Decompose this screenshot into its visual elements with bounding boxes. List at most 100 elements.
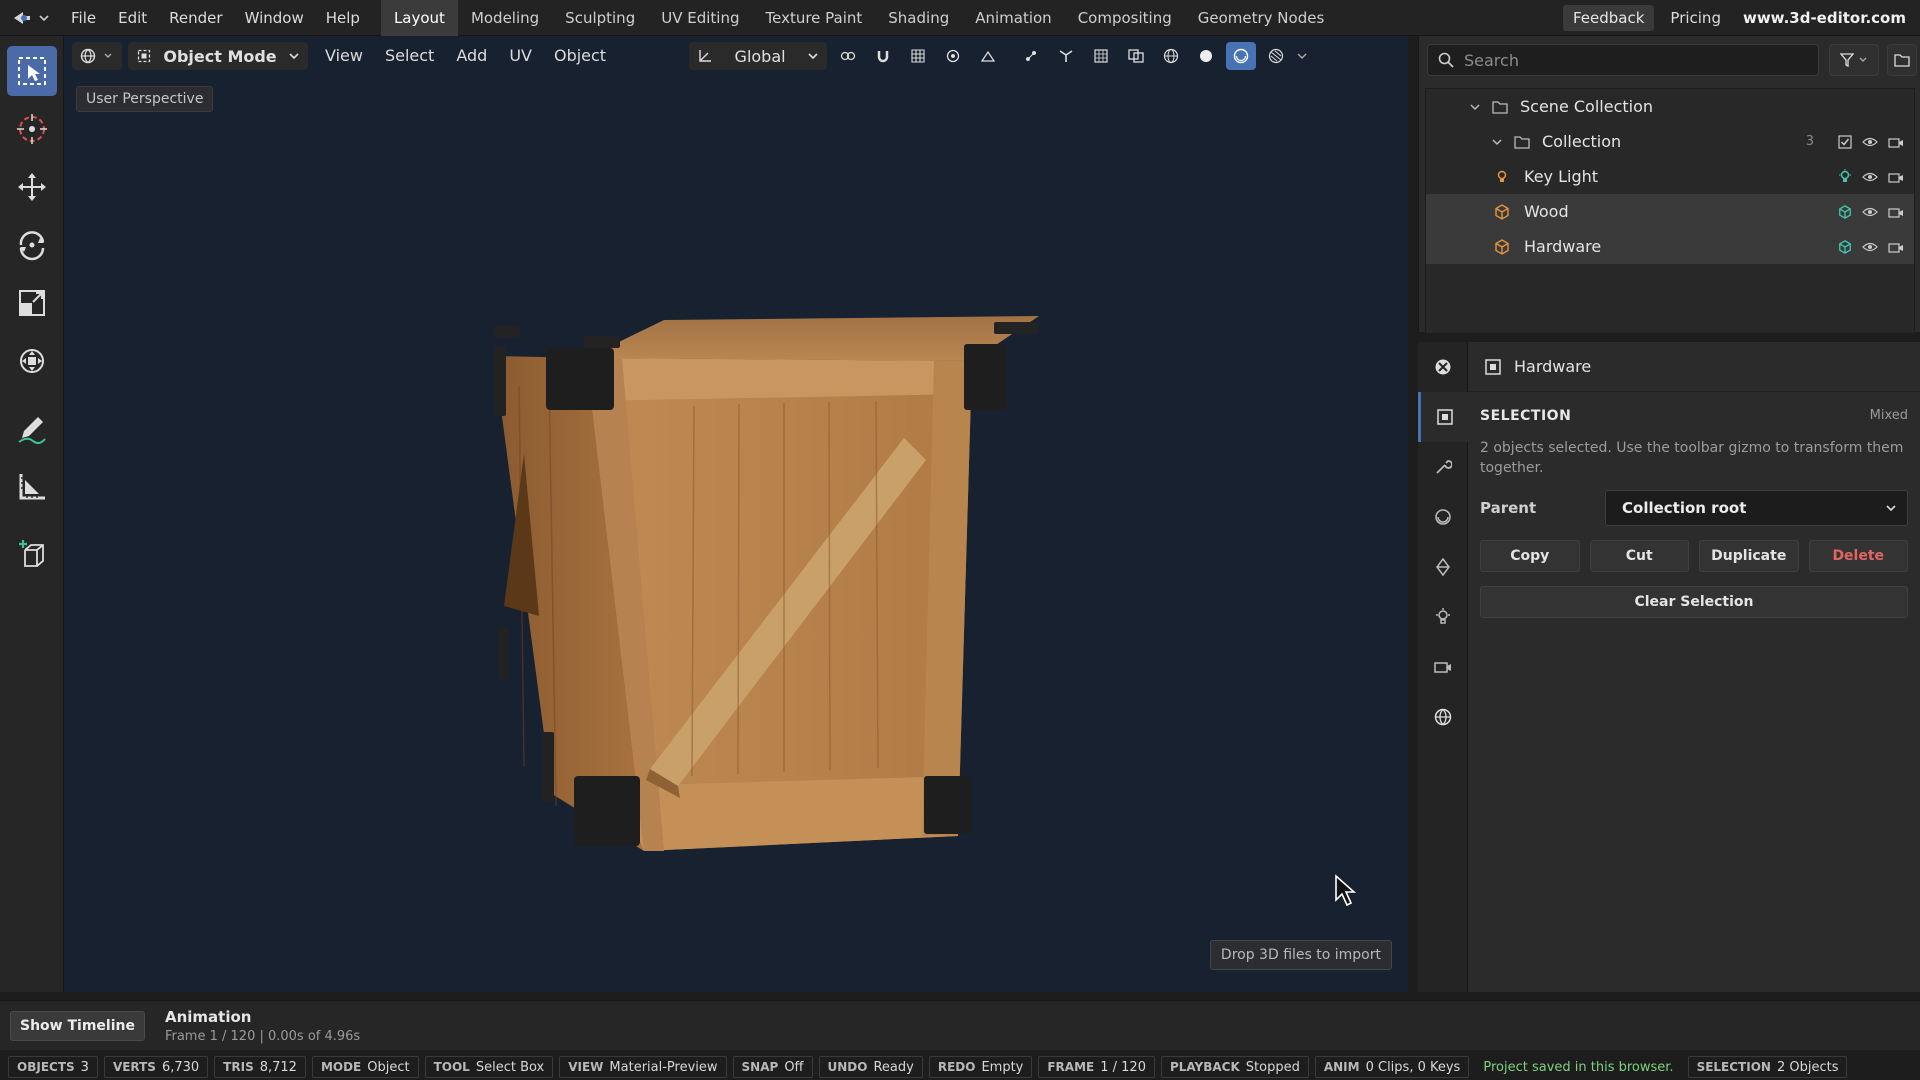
shading-rendered[interactable] <box>1261 42 1291 70</box>
pricing-link[interactable]: Pricing <box>1660 5 1731 31</box>
show-timeline-button[interactable]: Show Timeline <box>10 1010 145 1041</box>
section-header[interactable]: SELECTION Mixed <box>1480 402 1908 424</box>
clear-selection-button[interactable]: Clear Selection <box>1480 586 1908 618</box>
proportional-edit-toggle[interactable] <box>938 42 968 70</box>
tab-shading[interactable]: Shading <box>875 0 962 36</box>
scale-tool[interactable] <box>7 278 57 328</box>
object-icon <box>1485 358 1501 375</box>
chevron-down-icon[interactable] <box>1296 52 1308 60</box>
site-link[interactable]: www.3d-editor.com <box>1737 9 1906 27</box>
camera-icon[interactable] <box>1888 206 1904 218</box>
object-mode-icon <box>137 49 151 63</box>
cut-button[interactable]: Cut <box>1589 540 1689 572</box>
menu-help[interactable]: Help <box>315 0 371 36</box>
tab-texture-paint[interactable]: Texture Paint <box>752 0 875 36</box>
tab-geometry-nodes[interactable]: Geometry Nodes <box>1185 0 1338 36</box>
copy-button[interactable]: Copy <box>1480 540 1580 572</box>
tab-object-data[interactable] <box>1418 542 1468 592</box>
menu-render[interactable]: Render <box>158 0 233 36</box>
new-collection-button[interactable] <box>1887 44 1917 76</box>
duplicate-button[interactable]: Duplicate <box>1699 540 1799 572</box>
tree-row-hardware[interactable]: Hardware <box>1426 229 1914 264</box>
status-view: VIEW Material-Preview <box>559 1056 727 1078</box>
tree-row-wood[interactable]: Wood <box>1426 194 1914 229</box>
tree-row-key-light[interactable]: Key Light <box>1426 159 1914 194</box>
tab-modeling[interactable]: Modeling <box>458 0 552 36</box>
eye-icon[interactable] <box>1862 241 1878 253</box>
app-menu[interactable] <box>0 0 60 36</box>
status-key: SNAP <box>741 1060 779 1074</box>
menu-view[interactable]: View <box>314 36 374 76</box>
tab-tool[interactable] <box>1418 342 1468 392</box>
grid-toggle[interactable] <box>903 42 933 70</box>
menu-select[interactable]: Select <box>374 36 445 76</box>
tab-camera[interactable] <box>1418 642 1468 692</box>
tab-world[interactable] <box>1418 692 1468 742</box>
menu-file[interactable]: File <box>60 0 107 36</box>
annotate-tool[interactable] <box>7 404 57 454</box>
tab-light[interactable] <box>1418 592 1468 642</box>
add-cube-tool[interactable] <box>7 530 57 580</box>
menu-window[interactable]: Window <box>234 0 315 36</box>
eye-icon[interactable] <box>1862 171 1878 183</box>
tab-uv-editing[interactable]: UV Editing <box>648 0 752 36</box>
properties-panel: Hardware SELECTION Mixed 2 objects selec… <box>1418 342 1920 992</box>
parent-select[interactable]: Collection root <box>1605 490 1908 526</box>
menu-object[interactable]: Object <box>543 36 617 76</box>
camera-icon[interactable] <box>1888 136 1904 148</box>
tree-row-collection[interactable]: Collection 3 <box>1426 124 1914 159</box>
rotate-tool[interactable] <box>7 220 57 270</box>
wooden-crate-model[interactable] <box>494 306 1094 886</box>
status-frame: FRAME 1 / 120 <box>1038 1056 1155 1078</box>
transform-tool[interactable] <box>7 336 57 386</box>
tree-row-scene-collection[interactable]: Scene Collection <box>1426 89 1914 124</box>
tab-object[interactable] <box>1418 392 1468 442</box>
outliner-panel: Search Scene Collection Collection 3 Key <box>1418 36 1920 334</box>
falloff-button[interactable] <box>973 42 1003 70</box>
tab-sculpting[interactable]: Sculpting <box>552 0 648 36</box>
camera-icon[interactable] <box>1888 171 1904 183</box>
xray-toggle[interactable] <box>1121 42 1151 70</box>
checkbox-icon[interactable] <box>1838 134 1852 149</box>
shading-solid[interactable] <box>1191 42 1221 70</box>
eye-icon[interactable] <box>1862 206 1878 218</box>
camera-icon[interactable] <box>1888 241 1904 253</box>
mesh-data-icon[interactable] <box>1838 204 1852 220</box>
orientation-select[interactable]: Global <box>689 42 828 70</box>
tab-material[interactable] <box>1418 492 1468 542</box>
pivot-button[interactable] <box>833 42 863 70</box>
filter-button[interactable] <box>1829 44 1879 76</box>
overlays-button[interactable] <box>1086 42 1116 70</box>
outliner-search-input[interactable]: Search <box>1427 44 1819 76</box>
mesh-data-icon[interactable] <box>1838 239 1852 255</box>
menu-add[interactable]: Add <box>445 36 498 76</box>
measure-tool[interactable] <box>7 462 57 512</box>
folder-icon <box>1492 100 1508 114</box>
shading-wireframe[interactable] <box>1156 42 1186 70</box>
mode-select[interactable]: Object Mode <box>128 42 308 70</box>
menu-edit[interactable]: Edit <box>107 0 158 36</box>
shading-material-preview[interactable] <box>1226 42 1257 70</box>
status-key: VERTS <box>112 1060 156 1074</box>
gizmo-button[interactable] <box>1051 42 1081 70</box>
snap-toggle[interactable] <box>868 42 898 70</box>
tab-compositing[interactable]: Compositing <box>1065 0 1185 36</box>
eye-icon[interactable] <box>1862 136 1878 148</box>
menu-uv[interactable]: UV <box>498 36 543 76</box>
delete-button[interactable]: Delete <box>1808 540 1908 572</box>
editor-type-button[interactable] <box>72 42 122 70</box>
move-tool[interactable] <box>7 162 57 212</box>
light-data-icon[interactable] <box>1838 168 1852 185</box>
chevron-down-icon[interactable] <box>1490 137 1504 147</box>
tab-layout[interactable]: Layout <box>380 0 458 36</box>
chevron-down-icon[interactable] <box>1468 102 1482 112</box>
status-key: TRIS <box>223 1060 254 1074</box>
object-types-button[interactable] <box>1016 42 1046 70</box>
tab-animation[interactable]: Animation <box>962 0 1064 36</box>
tab-modifiers[interactable] <box>1418 442 1468 492</box>
tool-shelf <box>0 36 64 992</box>
feedback-button[interactable]: Feedback <box>1562 4 1655 31</box>
3d-viewport[interactable]: Object Mode View Select Add UV Object Gl… <box>64 36 1408 992</box>
cursor-tool[interactable] <box>7 104 57 154</box>
select-box-tool[interactable] <box>7 46 57 96</box>
